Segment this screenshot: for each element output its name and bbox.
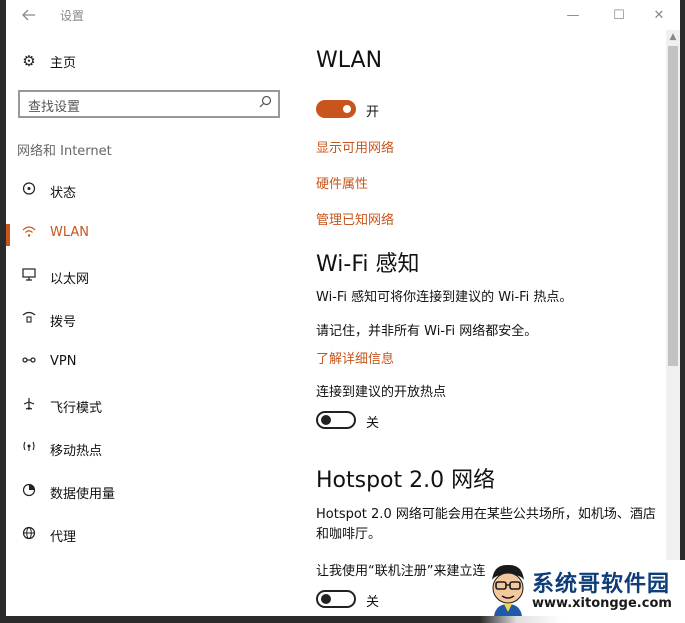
sidebar-item-label: WLAN xyxy=(50,225,90,240)
page-title: WLAN xyxy=(316,48,383,73)
home-nav-item[interactable]: ⚙ 主页 xyxy=(6,46,300,76)
home-label: 主页 xyxy=(50,55,77,71)
wifi-sense-note: 请记住，并非所有 Wi-Fi 网络都安全。 xyxy=(316,324,538,339)
app-title: 设置 xyxy=(60,9,85,23)
sidebar-item-wlan[interactable]: WLAN xyxy=(6,216,300,252)
search-input[interactable]: 查找设置 xyxy=(18,90,280,118)
wifi-sense-title: Wi-Fi 感知 xyxy=(316,252,420,277)
sidebar-item-label: 状态 xyxy=(50,186,77,201)
sidebar-item-ethernet[interactable]: 以太网 xyxy=(6,259,300,295)
connect-hotspots-toggle[interactable] xyxy=(316,411,356,429)
show-networks-link[interactable]: 显示可用网络 xyxy=(316,137,394,156)
globe-icon xyxy=(18,526,40,544)
main-content: WLAN 开 显示可用网络 硬件属性 管理已知网络 Wi-Fi 感知 Wi-Fi… xyxy=(316,30,670,616)
back-arrow-icon xyxy=(22,9,35,21)
sidebar-item-label: 代理 xyxy=(50,530,77,545)
section-label: 网络和 Internet xyxy=(17,144,112,159)
airplane-icon xyxy=(18,397,40,415)
online-signup-toggle-label: 关 xyxy=(366,595,380,610)
toggle-knob xyxy=(321,415,331,425)
learn-more-link[interactable]: 了解详细信息 xyxy=(316,348,394,367)
close-button[interactable]: ✕ xyxy=(636,0,680,30)
online-signup-toggle[interactable] xyxy=(316,590,356,608)
sidebar-item-label: 飞行模式 xyxy=(50,401,103,416)
watermark-url: www.xitongge.com xyxy=(532,596,672,611)
watermark: 系统哥软件园 www.xitongge.com xyxy=(480,560,685,623)
vertical-scrollbar[interactable]: ▲ xyxy=(666,30,680,616)
sidebar-item-dialup[interactable]: 拨号 xyxy=(6,302,300,338)
wlan-toggle[interactable] xyxy=(316,100,356,118)
status-icon xyxy=(18,182,40,199)
scroll-up-arrow-icon[interactable]: ▲ xyxy=(666,30,680,44)
minimize-button[interactable]: — xyxy=(550,0,596,30)
toggle-knob xyxy=(321,594,331,604)
scroll-thumb[interactable] xyxy=(668,46,678,366)
sidebar-item-label: 以太网 xyxy=(50,272,90,287)
sidebar-item-mobile-hotspot[interactable]: 移动热点 xyxy=(6,431,300,467)
back-button[interactable] xyxy=(16,4,42,26)
connect-hotspots-label: 连接到建议的开放热点 xyxy=(316,385,447,400)
sidebar-item-data-usage[interactable]: 数据使用量 xyxy=(6,474,300,510)
hotspot-description: Hotspot 2.0 网络可能会用在某些公共场所，如机场、酒店和咖啡厅。 xyxy=(316,507,656,542)
watermark-mascot-logo xyxy=(492,564,524,616)
sidebar: ⚙ 主页 查找设置 网络和 Internet 状态 WLAN 以太网 拨号 VP… xyxy=(6,30,300,616)
title-bar: 设置 — ☐ ✕ xyxy=(6,0,680,30)
search-icon[interactable] xyxy=(259,95,272,112)
dialup-icon xyxy=(18,311,40,327)
sidebar-item-vpn[interactable]: VPN xyxy=(6,345,300,381)
sidebar-item-proxy[interactable]: 代理 xyxy=(6,517,300,553)
wlan-toggle-label: 开 xyxy=(366,105,380,120)
hotspot-icon xyxy=(18,440,40,456)
sidebar-item-airplane-mode[interactable]: 飞行模式 xyxy=(6,388,300,424)
sidebar-item-label: 移动热点 xyxy=(50,444,103,459)
sidebar-item-label: VPN xyxy=(50,354,77,369)
hotspot-title: Hotspot 2.0 网络 xyxy=(316,468,496,493)
wifi-icon xyxy=(18,225,40,241)
sidebar-item-label: 数据使用量 xyxy=(50,487,116,502)
gear-icon: ⚙ xyxy=(22,52,36,70)
manage-known-networks-link[interactable]: 管理已知网络 xyxy=(316,209,394,228)
watermark-name: 系统哥软件园 xyxy=(532,572,671,597)
toggle-knob xyxy=(343,105,351,113)
sidebar-item-label: 拨号 xyxy=(50,315,77,330)
wifi-sense-description: Wi-Fi 感知可将你连接到建议的 Wi-Fi 热点。 xyxy=(316,290,573,305)
vpn-icon xyxy=(18,354,40,369)
selection-indicator xyxy=(6,224,10,246)
settings-window: 设置 — ☐ ✕ ⚙ 主页 查找设置 网络和 Internet 状态 WLAN … xyxy=(6,0,680,616)
hardware-properties-link[interactable]: 硬件属性 xyxy=(316,173,368,192)
connect-hotspots-toggle-label: 关 xyxy=(366,416,380,431)
sidebar-item-status[interactable]: 状态 xyxy=(6,173,300,209)
ethernet-icon xyxy=(18,268,40,285)
data-usage-icon xyxy=(18,483,40,501)
search-placeholder: 查找设置 xyxy=(28,100,81,115)
